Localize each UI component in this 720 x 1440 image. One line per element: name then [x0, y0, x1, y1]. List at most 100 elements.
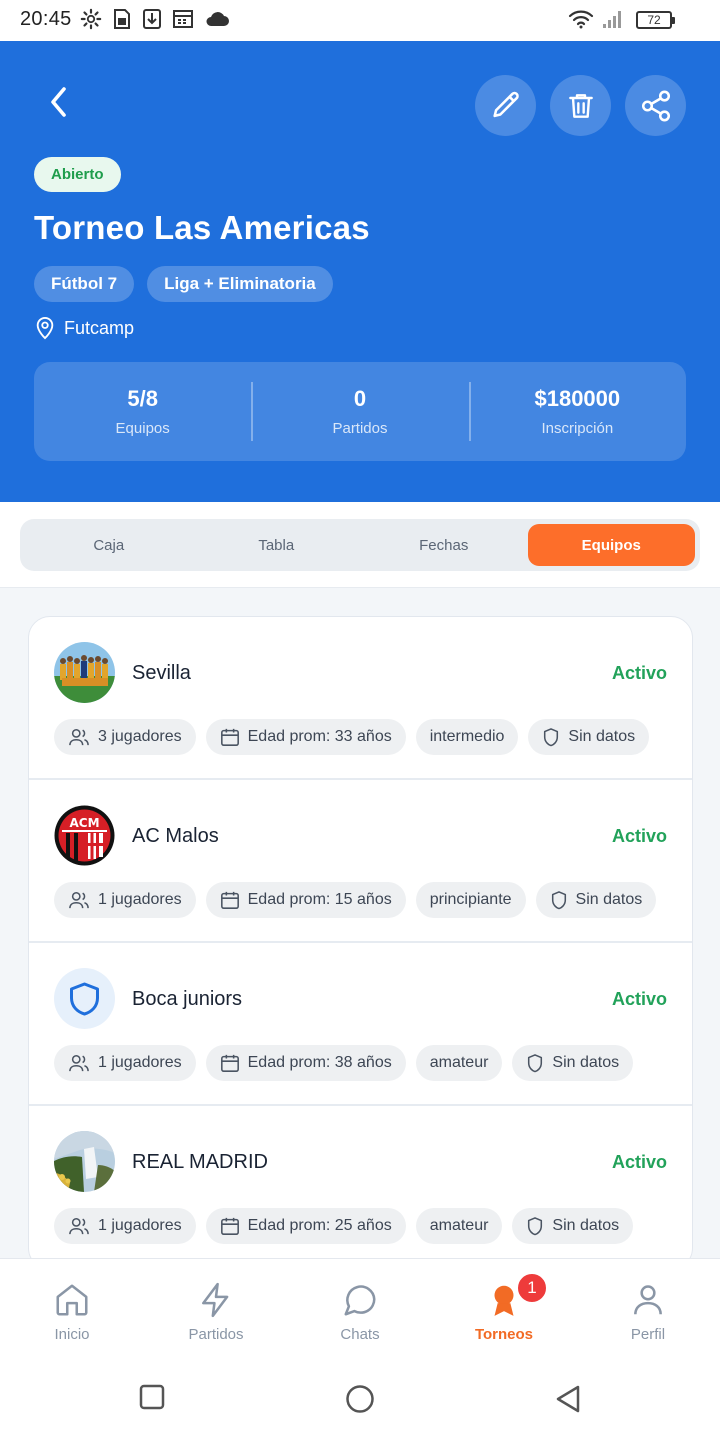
players-tag: 3 jugadores	[54, 719, 196, 755]
team-name: REAL MADRID	[132, 1151, 268, 1173]
age-tag: Edad prom: 38 años	[205, 1045, 406, 1081]
nav-torneos[interactable]: 1 Torneos	[432, 1259, 576, 1358]
settings-gear-icon	[80, 8, 102, 30]
age-tag: Edad prom: 25 años	[205, 1208, 406, 1244]
tournament-stats: 5/8 Equipos 0 Partidos $180000 Inscripci…	[34, 362, 686, 461]
team-avatar	[54, 642, 115, 703]
share-button[interactable]	[625, 75, 686, 136]
age-tag: Edad prom: 15 años	[205, 882, 406, 918]
nav-inicio[interactable]: Inicio	[0, 1259, 144, 1358]
users-icon	[69, 891, 89, 909]
battery-indicator: 72	[636, 11, 675, 29]
stat-value: 5/8	[127, 386, 158, 411]
shield-icon	[528, 1217, 543, 1236]
teams-list: Sevilla Activo 3 jugadores Edad prom: 33…	[28, 616, 693, 1258]
team-photo-image	[54, 642, 115, 703]
shield-icon	[551, 891, 566, 910]
tournament-chips: Fútbol 7 Liga + Eliminatoria	[34, 266, 333, 302]
chat-icon	[344, 1285, 376, 1316]
share-icon	[641, 90, 670, 121]
tab-equipos[interactable]: Equipos	[527, 524, 695, 566]
average-age: Edad prom: 38 años	[247, 1054, 392, 1071]
data-tag: Sin datos	[535, 882, 657, 918]
bottom-navigation: Inicio Partidos Chats 1 Torneos Perfil	[0, 1258, 720, 1358]
users-icon	[69, 1217, 89, 1235]
players-count: 1 jugadores	[98, 1217, 182, 1234]
tab-tabla[interactable]: Tabla	[193, 524, 361, 566]
team-avatar: ACM	[54, 805, 115, 866]
players-tag: 1 jugadores	[54, 1045, 196, 1081]
edit-button[interactable]	[475, 75, 536, 136]
home-circle-icon[interactable]	[345, 1384, 375, 1414]
average-age: Edad prom: 33 años	[247, 728, 392, 745]
lightning-icon	[202, 1282, 229, 1318]
players-count: 1 jugadores	[98, 1054, 182, 1071]
team-tags: 1 jugadores Edad prom: 15 años principia…	[54, 882, 657, 918]
stat-fee: $180000 Inscripción	[468, 362, 686, 461]
team-row[interactable]: REAL MADRID Activo 1 jugadores Edad prom…	[29, 1106, 692, 1258]
acm-crest-image: ACM	[54, 805, 115, 866]
location-label: Futcamp	[64, 317, 135, 338]
shield-icon	[544, 728, 559, 747]
level-tag: principiante	[415, 882, 526, 918]
user-icon	[634, 1285, 662, 1315]
back-triangle-icon[interactable]	[554, 1384, 582, 1414]
calendar-icon	[220, 891, 239, 909]
home-icon	[56, 1284, 88, 1316]
level-tag: intermedio	[415, 719, 519, 755]
users-icon	[69, 728, 89, 746]
data-tag: Sin datos	[528, 719, 650, 755]
team-tags: 1 jugadores Edad prom: 38 años amateur S…	[54, 1045, 634, 1081]
team-row[interactable]: ACM AC Malos Activo 1 jugadores Edad pro…	[29, 780, 692, 943]
nav-label: Chats	[340, 1326, 380, 1343]
shield-placeholder-icon	[70, 982, 99, 1016]
players-tag: 1 jugadores	[54, 882, 196, 918]
trash-icon	[568, 93, 593, 118]
team-row[interactable]: Sevilla Activo 3 jugadores Edad prom: 33…	[29, 617, 692, 780]
svg-text:ACM: ACM	[69, 816, 99, 830]
nav-partidos[interactable]: Partidos	[144, 1259, 288, 1358]
nav-label: Perfil	[630, 1326, 666, 1343]
stat-label: Equipos	[115, 420, 170, 437]
stat-value: 0	[353, 386, 367, 411]
nav-perfil[interactable]: Perfil	[576, 1259, 720, 1358]
team-status: Activo	[611, 663, 667, 683]
data-label: Sin datos	[575, 891, 643, 908]
back-button[interactable]	[38, 81, 80, 123]
nav-chats[interactable]: Chats	[288, 1259, 432, 1358]
users-icon	[69, 1054, 89, 1072]
teams-content: Sevilla Activo 3 jugadores Edad prom: 33…	[0, 588, 720, 1258]
recent-apps-icon[interactable]	[139, 1384, 165, 1410]
sim-card-icon	[114, 9, 130, 29]
team-avatar	[54, 1131, 115, 1192]
calendar-icon	[220, 728, 239, 746]
segmented-tabs: Caja Tabla Fechas Equipos	[20, 519, 700, 571]
waterfall-photo-image	[54, 1131, 115, 1192]
format-chip: Liga + Eliminatoria	[147, 266, 333, 302]
average-age: Edad prom: 25 años	[247, 1217, 392, 1234]
tab-fechas[interactable]: Fechas	[360, 524, 528, 566]
data-label: Sin datos	[568, 728, 636, 745]
team-row[interactable]: Boca juniors Activo 1 jugadores Edad pro…	[29, 943, 692, 1106]
stat-label: Partidos	[332, 420, 388, 437]
tab-caja[interactable]: Caja	[25, 524, 193, 566]
delete-button[interactable]	[550, 75, 611, 136]
average-age: Edad prom: 15 años	[247, 891, 392, 908]
team-status: Activo	[611, 989, 667, 1009]
data-tag: Sin datos	[512, 1045, 634, 1081]
stat-matches: 0 Partidos	[251, 362, 468, 461]
wifi-icon	[568, 10, 594, 29]
team-tags: 3 jugadores Edad prom: 33 años intermedi…	[54, 719, 650, 755]
calendar-status-icon	[173, 10, 193, 28]
stat-label: Inscripción	[541, 420, 614, 437]
nav-label: Partidos	[188, 1326, 244, 1343]
nav-label: Torneos	[474, 1326, 534, 1343]
notification-badge: 1	[515, 1271, 549, 1305]
data-tag: Sin datos	[512, 1208, 634, 1244]
map-pin-icon	[36, 317, 54, 340]
players-count: 1 jugadores	[98, 891, 182, 908]
team-tags: 1 jugadores Edad prom: 25 años amateur S…	[54, 1208, 634, 1244]
data-label: Sin datos	[552, 1054, 620, 1071]
team-name: Boca juniors	[132, 988, 243, 1010]
status-left-icons	[80, 8, 230, 30]
